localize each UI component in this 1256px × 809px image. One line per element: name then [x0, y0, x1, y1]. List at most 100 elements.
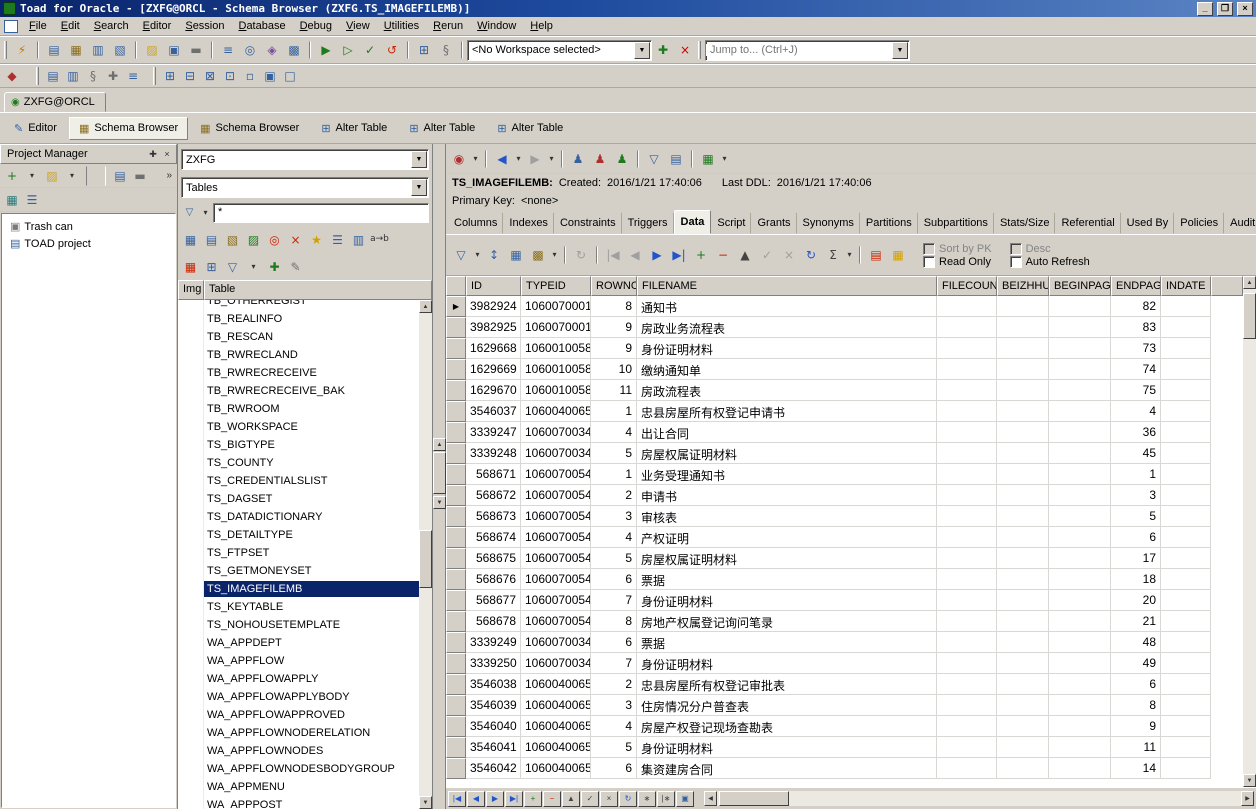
open-project-dropdown[interactable]: ▾: [62, 166, 82, 186]
window-tab[interactable]: ⊞ Alter Table: [487, 117, 573, 140]
cell-indate[interactable]: [1161, 464, 1211, 485]
column-header[interactable]: ID: [466, 276, 521, 296]
cell-beginpage[interactable]: [1049, 674, 1111, 695]
chevron-down-icon[interactable]: ▼: [892, 42, 908, 59]
cell-indate[interactable]: [1161, 506, 1211, 527]
cell-rowno[interactable]: 7: [591, 653, 637, 674]
nav-edit-icon[interactable]: ▲: [562, 791, 580, 807]
cell-beizhhu[interactable]: [997, 317, 1049, 338]
detail-tab[interactable]: Subpartitions: [918, 212, 994, 234]
WA_APPMENU[interactable]: WA_APPMENU: [178, 778, 419, 796]
table-row[interactable]: 568675 1060070054 5 房屋权属证明材料 17: [446, 548, 1243, 569]
copy-table-icon[interactable]: ▤: [201, 229, 222, 250]
nav-insert-icon[interactable]: +: [524, 791, 542, 807]
document-list-icon[interactable]: ≡: [123, 66, 143, 86]
cell-filename[interactable]: 房屋产权登记现场查勘表: [637, 716, 937, 737]
cell-endpage[interactable]: 14: [1111, 758, 1161, 779]
menu-item[interactable]: Edit: [54, 18, 87, 34]
add-favorites-icon[interactable]: ★: [306, 229, 327, 250]
splitter-up-icon[interactable]: ▲: [433, 438, 446, 451]
TB_OTHERREGIST[interactable]: TB_OTHERREGIST: [178, 300, 419, 310]
TS_NOHOUSETEMPLATE[interactable]: TS_NOHOUSETEMPLATE: [178, 616, 419, 634]
table-row[interactable]: 3339249 1060070034 6 票据 48: [446, 632, 1243, 653]
cell-indate[interactable]: [1161, 359, 1211, 380]
table-row[interactable]: 3982924 1060070001 8 通知书 82: [446, 296, 1243, 317]
column-header[interactable]: BEIZHHU: [997, 276, 1049, 296]
er-diagram-dropdown[interactable]: ▾: [719, 148, 730, 170]
table-row[interactable]: 568676 1060070054 6 票据 18: [446, 569, 1243, 590]
save-file-icon[interactable]: ▣: [163, 39, 185, 61]
cell-id[interactable]: 3339247: [466, 422, 521, 443]
column-header[interactable]: FILENAME: [637, 276, 937, 296]
nav-prior-icon[interactable]: ◀: [467, 791, 485, 807]
nav-delete-icon[interactable]: −: [543, 791, 561, 807]
calc-sum-icon[interactable]: Σ: [822, 244, 844, 266]
WA_APPFLOWNODESBODYGROUP[interactable]: WA_APPFLOWNODESBODYGROUP: [178, 760, 419, 778]
detail-tab[interactable]: Used By: [1121, 212, 1175, 234]
window-tab[interactable]: ⊞ Alter Table: [311, 117, 397, 140]
sql-recall-icon[interactable]: ≡: [217, 39, 239, 61]
cell-endpage[interactable]: 48: [1111, 632, 1161, 653]
cell-beginpage[interactable]: [1049, 317, 1111, 338]
cell-filename[interactable]: 缴纳通知单: [637, 359, 937, 380]
cell-endpage[interactable]: 21: [1111, 611, 1161, 632]
cell-endpage[interactable]: 9: [1111, 716, 1161, 737]
cell-rowno[interactable]: 3: [591, 506, 637, 527]
cell-id[interactable]: 1629670: [466, 380, 521, 401]
import-table-icon[interactable]: ▨: [243, 229, 264, 250]
cell-indate[interactable]: [1161, 317, 1211, 338]
cell-rowno[interactable]: 8: [591, 611, 637, 632]
TB_RWRECRECEIVE_BAK[interactable]: TB_RWRECRECEIVE_BAK: [178, 382, 419, 400]
scroll-thumb[interactable]: [719, 791, 789, 806]
cell-id[interactable]: 3546038: [466, 674, 521, 695]
cell-filename[interactable]: 房屋权属证明材料: [637, 548, 937, 569]
scroll-thumb[interactable]: [419, 530, 432, 588]
cell-filename[interactable]: 房政流程表: [637, 380, 937, 401]
object-search-icon[interactable]: ◎: [239, 39, 261, 61]
cell-rowno[interactable]: 2: [591, 485, 637, 506]
nav-goto-bookmark-icon[interactable]: |∗: [657, 791, 675, 807]
menu-item[interactable]: Search: [87, 18, 136, 34]
table-report-icon[interactable]: ▥: [348, 229, 369, 250]
toolbar-grip[interactable]: [4, 41, 7, 59]
column-header[interactable]: ENDPAGE: [1111, 276, 1161, 296]
cell-indate[interactable]: [1161, 380, 1211, 401]
browser-options-icon[interactable]: ◉: [448, 148, 470, 170]
cell-indate[interactable]: [1161, 737, 1211, 758]
TS_KEYTABLE[interactable]: TS_KEYTABLE: [178, 598, 419, 616]
detail-tab[interactable]: Script: [711, 212, 751, 234]
cell-indate[interactable]: [1161, 611, 1211, 632]
cell-rowno[interactable]: 4: [591, 716, 637, 737]
TS_GETMONEYSET[interactable]: TS_GETMONEYSET: [178, 562, 419, 580]
cell-beginpage[interactable]: [1049, 359, 1111, 380]
refresh-data-icon[interactable]: ↻: [800, 244, 822, 266]
table-row[interactable]: 568671 1060070054 1 业务受理通知书 1: [446, 464, 1243, 485]
object-palette-icon[interactable]: ▩: [283, 39, 305, 61]
add-table-icon[interactable]: ▦: [180, 229, 201, 250]
prior-record-icon[interactable]: ◀: [624, 244, 646, 266]
cell-filecount[interactable]: [937, 296, 997, 317]
cell-id[interactable]: 568671: [466, 464, 521, 485]
cell-endpage[interactable]: 20: [1111, 590, 1161, 611]
table-row[interactable]: 568673 1060070054 3 审核表 5: [446, 506, 1243, 527]
pin-icon[interactable]: ✚: [146, 147, 160, 161]
cell-beginpage[interactable]: [1049, 716, 1111, 737]
cell-typeid[interactable]: 1060070054: [521, 506, 591, 527]
execute-icon[interactable]: ▶: [315, 39, 337, 61]
table-row[interactable]: 1629669 1060010058 10 缴纳通知单 74: [446, 359, 1243, 380]
cell-endpage[interactable]: 83: [1111, 317, 1161, 338]
cell-id[interactable]: 1629668: [466, 338, 521, 359]
analyze-table-icon[interactable]: ✎: [285, 256, 306, 277]
session-browser-icon[interactable]: ▧: [109, 39, 131, 61]
table-row[interactable]: 3546039 1060040065 3 住房情况分户普查表 8: [446, 695, 1243, 716]
cell-indate[interactable]: [1161, 401, 1211, 422]
cell-filecount[interactable]: [937, 695, 997, 716]
cell-filecount[interactable]: [937, 548, 997, 569]
menu-item[interactable]: Utilities: [377, 18, 426, 34]
table-column-header[interactable]: Table: [204, 280, 432, 300]
cell-filecount[interactable]: [937, 338, 997, 359]
WA_APPDEPT[interactable]: WA_APPDEPT: [178, 634, 419, 652]
cell-endpage[interactable]: 49: [1111, 653, 1161, 674]
cell-filecount[interactable]: [937, 569, 997, 590]
insert-record-icon[interactable]: +: [690, 244, 712, 266]
